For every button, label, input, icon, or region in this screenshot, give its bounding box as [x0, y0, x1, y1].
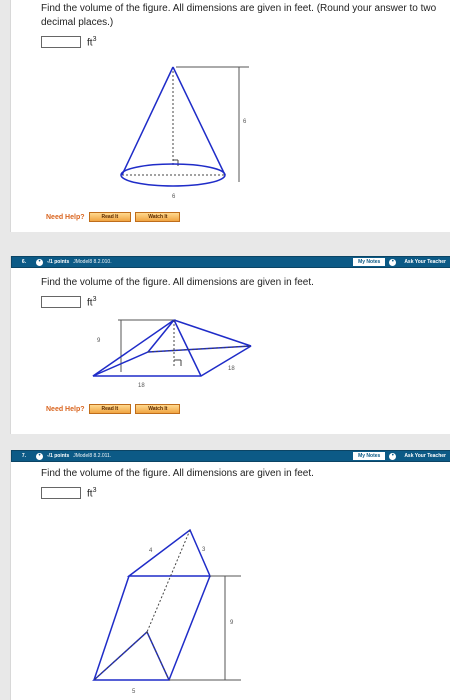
need-help-label: Need Help?	[46, 213, 85, 221]
read-it-button[interactable]: Read It	[88, 212, 132, 222]
help-row: Need Help? Read It Watch It	[46, 404, 181, 414]
base-label: 18	[138, 383, 145, 389]
question-card-3: 7. • -/1 points JModel8 8.2.011. My Note…	[10, 450, 450, 700]
prism-figure: 4 3 9 5	[92, 528, 241, 695]
top-right-label: 3	[202, 547, 206, 553]
need-help-label: Need Help?	[46, 405, 85, 413]
read-it-button[interactable]: Read It	[88, 404, 132, 414]
height-label: 6	[243, 119, 247, 125]
help-row: Need Help? Read It Watch It	[46, 212, 181, 222]
diameter-label: 6	[172, 194, 176, 200]
top-left-label: 4	[149, 548, 153, 554]
cone-figure: 6 6	[120, 66, 249, 200]
question-card-2: 6. • -/1 points JModel8 8.2.010. My Note…	[10, 256, 450, 434]
watch-it-button[interactable]: Watch It	[135, 404, 181, 414]
watch-it-button[interactable]: Watch It	[135, 212, 181, 222]
height-label: 9	[97, 338, 101, 344]
base-label: 5	[132, 689, 136, 695]
side-label: 18	[228, 366, 235, 372]
question-card-1: Find the volume of the figure. All dimen…	[10, 0, 450, 232]
height-label: 9	[230, 620, 234, 626]
